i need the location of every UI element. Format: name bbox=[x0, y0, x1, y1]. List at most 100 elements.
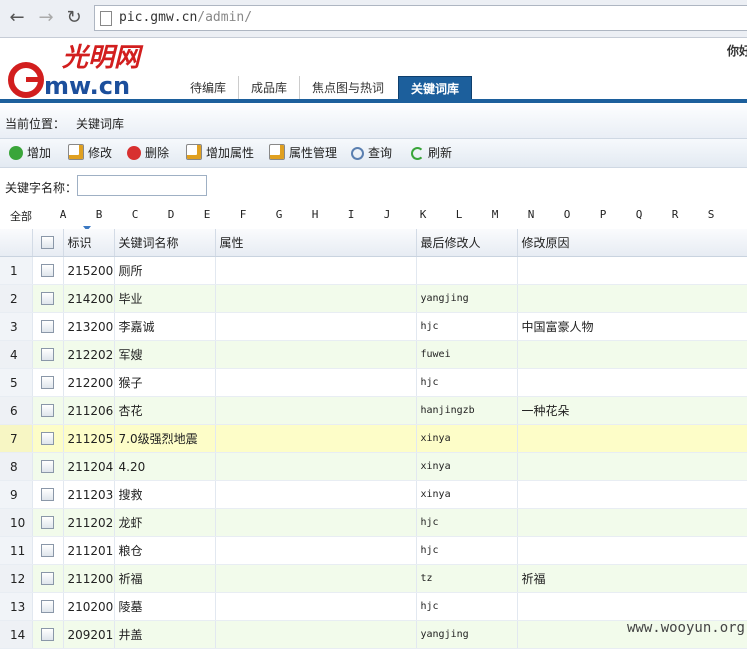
checkbox-icon[interactable] bbox=[41, 516, 54, 529]
checkbox-icon[interactable] bbox=[41, 404, 54, 417]
letter-filter-i[interactable]: I bbox=[343, 208, 359, 221]
tab-pending[interactable]: 待编库 bbox=[178, 76, 240, 100]
row-checkbox[interactable] bbox=[32, 340, 64, 369]
letter-filter-h[interactable]: H bbox=[307, 208, 323, 221]
letter-filter-m[interactable]: M bbox=[487, 208, 503, 221]
table-row[interactable]: 2 214200 毕业 yangjing bbox=[0, 284, 747, 313]
column-header-modifier[interactable]: 最后修改人 bbox=[416, 229, 518, 257]
svg-text:mw.cn: mw.cn bbox=[44, 72, 130, 98]
add-button[interactable]: 增加 bbox=[9, 144, 51, 162]
row-number: 9 bbox=[0, 480, 33, 509]
row-id: 212200 bbox=[63, 368, 115, 397]
letter-filter-all[interactable]: 全部 bbox=[6, 208, 36, 224]
letter-filter-o[interactable]: O bbox=[559, 208, 575, 221]
row-modifier: hjc bbox=[416, 592, 518, 621]
row-checkbox[interactable] bbox=[32, 396, 64, 425]
table-row[interactable]: 13 210200 陵墓 hjc bbox=[0, 592, 747, 621]
checkbox-icon[interactable] bbox=[41, 432, 54, 445]
checkbox-icon[interactable] bbox=[41, 376, 54, 389]
attribute-manage-button[interactable]: 属性管理 bbox=[269, 144, 337, 162]
greeting-text: 你好 bbox=[726, 44, 747, 58]
select-all-checkbox[interactable] bbox=[32, 229, 64, 257]
table-row[interactable]: 12 211200 祈福 tz 祈福 bbox=[0, 564, 747, 593]
letter-filter-a[interactable]: A bbox=[55, 208, 71, 221]
row-keyword-name: 李嘉诚 bbox=[114, 312, 216, 341]
letter-filter-q[interactable]: Q bbox=[631, 208, 647, 221]
row-checkbox[interactable] bbox=[32, 480, 64, 509]
letter-filter-d[interactable]: D bbox=[163, 208, 179, 221]
letter-filter-g[interactable]: G bbox=[271, 208, 287, 221]
table-row[interactable]: 1 215200 厕所 bbox=[0, 256, 747, 285]
checkbox-icon[interactable] bbox=[41, 544, 54, 557]
row-checkbox[interactable] bbox=[32, 620, 64, 649]
letter-filter-e[interactable]: E bbox=[199, 208, 215, 221]
row-checkbox[interactable] bbox=[32, 256, 64, 285]
table-row[interactable]: 4 212202 军嫂 fuwei bbox=[0, 340, 747, 369]
row-checkbox[interactable] bbox=[32, 592, 64, 621]
row-modifier: xinya bbox=[416, 424, 518, 453]
column-header-reason[interactable]: 修改原因 bbox=[517, 229, 747, 257]
letter-filter-r[interactable]: R bbox=[667, 208, 683, 221]
table-row[interactable]: 5 212200 猴子 hjc bbox=[0, 368, 747, 397]
row-number: 11 bbox=[0, 536, 33, 565]
tab-finished[interactable]: 成品库 bbox=[239, 76, 301, 100]
table-row[interactable]: 3 213200 李嘉诚 hjc 中国富豪人物 bbox=[0, 312, 747, 341]
address-bar[interactable]: pic.gmw.cn/admin/ bbox=[94, 5, 747, 31]
row-checkbox[interactable] bbox=[32, 536, 64, 565]
row-checkbox[interactable] bbox=[32, 424, 64, 453]
row-number: 3 bbox=[0, 312, 33, 341]
checkbox-icon[interactable] bbox=[41, 348, 54, 361]
letter-filter-l[interactable]: L bbox=[451, 208, 467, 221]
row-checkbox[interactable] bbox=[32, 508, 64, 537]
checkbox-icon[interactable] bbox=[41, 460, 54, 473]
letter-filter-f[interactable]: F bbox=[235, 208, 251, 221]
letter-filter-b[interactable]: B bbox=[91, 208, 107, 221]
row-checkbox[interactable] bbox=[32, 452, 64, 481]
tab-focus-hotwords[interactable]: 焦点图与热词 bbox=[300, 76, 396, 100]
watermark-text: www.wooyun.org bbox=[626, 620, 745, 636]
column-header-attribute[interactable]: 属性 bbox=[215, 229, 417, 257]
checkbox-icon[interactable] bbox=[41, 572, 54, 585]
query-button[interactable]: 查询 bbox=[351, 144, 392, 162]
column-header-name[interactable]: 关键词名称 bbox=[114, 229, 216, 257]
row-attribute bbox=[215, 452, 417, 481]
reload-icon[interactable]: ↻ bbox=[63, 7, 85, 29]
add-attribute-button[interactable]: 增加属性 bbox=[186, 144, 254, 162]
refresh-button[interactable]: 刷新 bbox=[411, 144, 452, 162]
letter-filter-j[interactable]: J bbox=[379, 208, 395, 221]
row-attribute bbox=[215, 620, 417, 649]
delete-button[interactable]: 删除 bbox=[127, 144, 169, 162]
table-row[interactable]: 8 211204 4.20 xinya bbox=[0, 452, 747, 481]
column-header-id[interactable]: 标识 bbox=[63, 229, 115, 257]
row-checkbox[interactable] bbox=[32, 368, 64, 397]
row-checkbox[interactable] bbox=[32, 312, 64, 341]
letter-filter-p[interactable]: P bbox=[595, 208, 611, 221]
letter-filter-c[interactable]: C bbox=[127, 208, 143, 221]
letter-filter-s[interactable]: S bbox=[703, 208, 719, 221]
checkbox-icon[interactable] bbox=[41, 320, 54, 333]
table-row[interactable]: 11 211201 粮仓 hjc bbox=[0, 536, 747, 565]
table-row[interactable]: 7 211205 7.0级强烈地震 xinya bbox=[0, 424, 747, 453]
row-checkbox[interactable] bbox=[32, 284, 64, 313]
row-keyword-name: 杏花 bbox=[114, 396, 216, 425]
tab-keywords[interactable]: 关键词库 bbox=[398, 76, 473, 101]
row-reason bbox=[517, 452, 747, 481]
checkbox-icon[interactable] bbox=[41, 628, 54, 641]
svg-text:光明网: 光明网 bbox=[61, 43, 144, 73]
letter-filter-k[interactable]: K bbox=[415, 208, 431, 221]
checkbox-icon[interactable] bbox=[41, 292, 54, 305]
table-row[interactable]: 9 211203 搜救 xinya bbox=[0, 480, 747, 509]
table-row[interactable]: 6 211206 杏花 hanjingzb 一种花朵 bbox=[0, 396, 747, 425]
table-row[interactable]: 10 211202 龙虾 hjc bbox=[0, 508, 747, 537]
checkbox-icon[interactable] bbox=[41, 600, 54, 613]
letter-filter-n[interactable]: N bbox=[523, 208, 539, 221]
checkbox-icon[interactable] bbox=[41, 488, 54, 501]
forward-icon[interactable]: → bbox=[35, 7, 57, 29]
row-keyword-name: 祈福 bbox=[114, 564, 216, 593]
checkbox-icon[interactable] bbox=[41, 264, 54, 277]
row-keyword-name: 猴子 bbox=[114, 368, 216, 397]
keyword-name-input[interactable] bbox=[77, 175, 207, 196]
edit-button[interactable]: 修改 bbox=[68, 144, 112, 162]
back-icon[interactable]: ← bbox=[6, 7, 28, 29]
row-checkbox[interactable] bbox=[32, 564, 64, 593]
